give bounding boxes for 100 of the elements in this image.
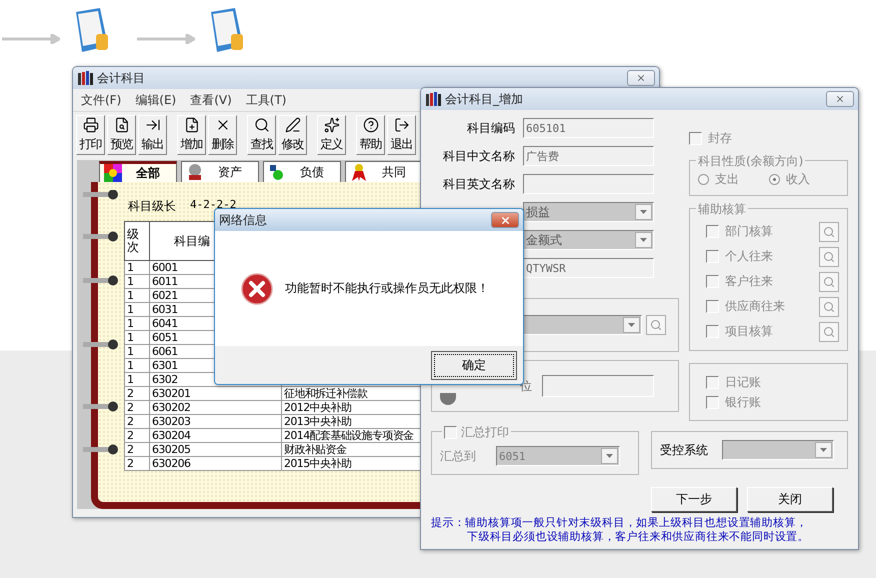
table-cell: 2 <box>124 414 150 428</box>
magnifier-icon <box>254 117 270 133</box>
search-button[interactable] <box>819 322 839 342</box>
search-icon <box>823 276 835 288</box>
search-icon <box>823 326 835 338</box>
table-cell: 1 <box>124 260 150 274</box>
arrow-icon <box>2 34 60 44</box>
figure-icon <box>186 163 204 181</box>
pen-icon <box>284 117 300 133</box>
sparkles-icon <box>324 117 340 133</box>
search-icon <box>823 300 835 312</box>
table-cell: 630203 <box>150 414 282 428</box>
table-cell: 2 <box>124 428 150 442</box>
toolbar-button[interactable]: 删除 <box>208 115 237 155</box>
table-cell: 2 <box>124 456 150 470</box>
ribbon-icon <box>350 163 368 181</box>
fruit-icon <box>268 163 286 181</box>
question-icon <box>362 117 378 133</box>
table-cell: 1 <box>124 316 150 330</box>
caret-icon <box>820 448 827 452</box>
table-cell: 2 <box>124 386 150 400</box>
menu-item[interactable]: 文件(F) <box>81 92 122 108</box>
search-icon <box>823 250 835 262</box>
field-label: 科目英文名称 <box>442 176 515 192</box>
table-cell: 630204 <box>150 428 282 442</box>
ok-button[interactable]: 确定 <box>431 350 517 380</box>
exit-icon <box>394 117 410 133</box>
menu-item[interactable]: 查看(V) <box>190 92 232 108</box>
search-icon <box>650 319 662 331</box>
dialog-button[interactable]: 关闭 <box>747 487 833 512</box>
column-header: 科目编 <box>174 234 210 248</box>
close-icon <box>500 214 510 226</box>
toolbar-button[interactable]: 查找 <box>247 115 276 155</box>
caret-icon <box>628 323 635 327</box>
menu-item[interactable]: 工具(T) <box>246 92 286 108</box>
input-field[interactable]: 广告费 <box>523 146 654 166</box>
tab[interactable]: 负债 <box>263 161 341 182</box>
column-header: 级次 <box>127 228 139 254</box>
toolbar-button[interactable]: 预览 <box>107 115 136 155</box>
close-button[interactable] <box>826 91 854 107</box>
table-cell: 1 <box>124 344 150 358</box>
toolbar-button[interactable]: 帮助 <box>356 115 385 155</box>
table-cell: 630206 <box>150 456 282 470</box>
table-cell: 1 <box>124 358 150 372</box>
dropdown[interactable] <box>722 440 834 460</box>
hint-text: 提示：辅助核算项一般只针对末级科目，如果上级科目也想设置辅助核算， 下级科目必须也设辅助核算，客户往来和供应商往来不能同时设置。 <box>431 516 810 544</box>
toolbar-button[interactable]: 修改 <box>278 115 307 155</box>
level-length-label: 科目级长 <box>128 198 176 215</box>
window-title: 会计科目_增加 <box>445 90 524 108</box>
close-button[interactable] <box>491 212 519 228</box>
table-cell: 1 <box>124 288 150 302</box>
caret-icon <box>640 210 647 214</box>
group-title: 辅助核算 <box>696 201 748 218</box>
input-field[interactable]: QTYWSR <box>523 258 654 278</box>
table-cell: 630201 <box>150 386 282 400</box>
field-label: 科目中文名称 <box>442 148 515 164</box>
caret-icon <box>640 238 647 242</box>
menu-item[interactable]: 编辑(E) <box>135 92 176 108</box>
field-label: 科目编码 <box>466 120 515 136</box>
arrow-icon <box>144 117 160 133</box>
toolbar-button[interactable]: 打印 <box>76 115 105 155</box>
tab[interactable]: 全部 <box>99 161 177 182</box>
books-icon <box>77 71 93 85</box>
printer-icon <box>82 117 98 133</box>
table-cell: 1 <box>124 274 150 288</box>
search-icon <box>823 226 835 238</box>
books-icon <box>425 92 441 106</box>
document-magnifier-icon <box>114 117 130 133</box>
table-cell: 2 <box>124 442 150 456</box>
toolbar-button[interactable]: 定义 <box>317 115 346 155</box>
search-button[interactable] <box>819 222 839 242</box>
search-button[interactable] <box>819 296 839 316</box>
table-cell: 1 <box>124 330 150 344</box>
arrow-icon <box>137 34 195 44</box>
tab[interactable]: 资产 <box>181 161 259 182</box>
search-button[interactable] <box>819 272 839 292</box>
table-cell: 1 <box>124 302 150 316</box>
dialog-button[interactable]: 下一步 <box>651 487 737 512</box>
close-button[interactable] <box>627 70 655 86</box>
input-field[interactable] <box>542 375 654 397</box>
input-field[interactable]: 605101 <box>523 118 654 138</box>
group-title: 科目性质(余额方向) <box>696 153 806 170</box>
toolbar-button[interactable]: 增加 <box>177 115 206 155</box>
close-icon <box>636 73 646 83</box>
close-icon <box>835 94 845 104</box>
level-length-value: 4-2-2-2 <box>190 198 236 213</box>
dropdown[interactable]: 金额式 <box>523 230 654 250</box>
table-cell: 2 <box>124 400 150 414</box>
table-cell: 1 <box>124 372 150 386</box>
tab[interactable]: 共同 <box>345 161 423 182</box>
dropdown[interactable]: 损益 <box>523 202 654 222</box>
toolbar-button[interactable]: 退出 <box>387 115 416 155</box>
field-label: 受控系统 <box>660 442 708 458</box>
search-button[interactable] <box>646 315 666 335</box>
input-field[interactable] <box>523 174 654 194</box>
toolbar-button[interactable]: 输出 <box>138 115 167 155</box>
color-blocks-icon <box>104 164 122 182</box>
window-title: 会计科目 <box>97 70 146 86</box>
table-cell: 630202 <box>150 400 282 414</box>
search-button[interactable] <box>819 246 839 266</box>
